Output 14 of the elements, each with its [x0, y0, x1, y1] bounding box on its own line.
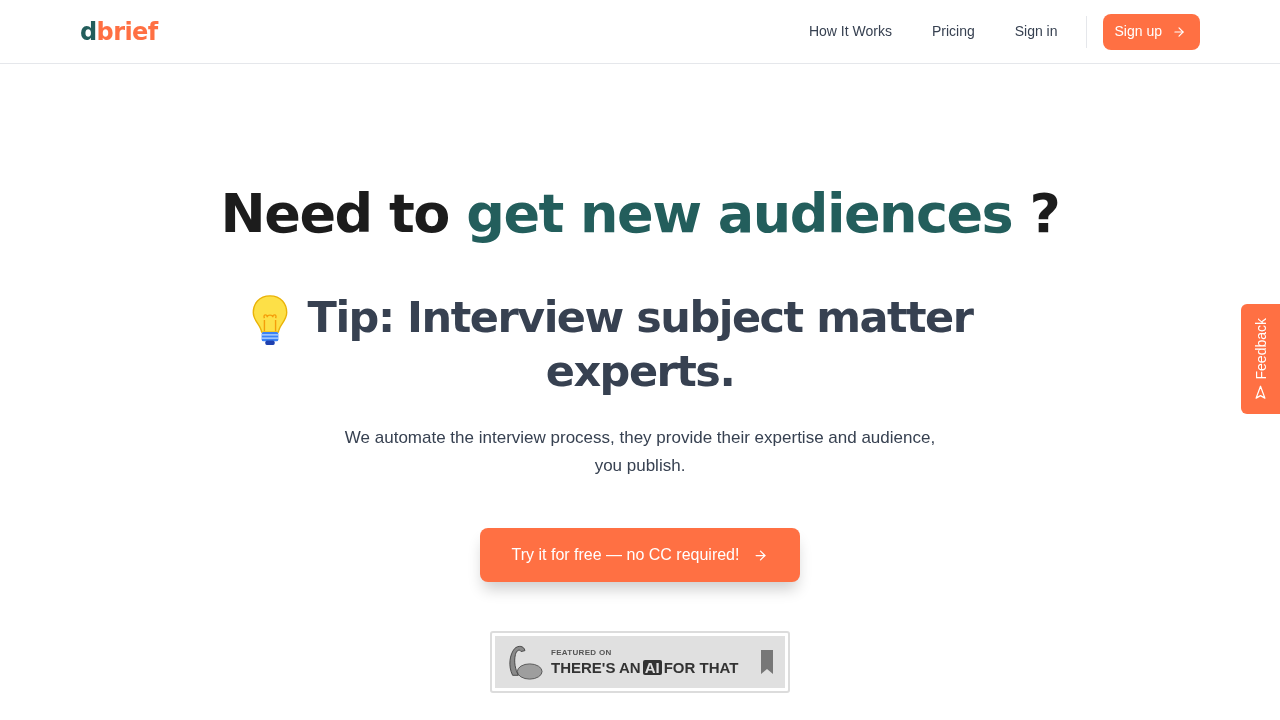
nav-link[interactable]: How It Works	[788, 15, 912, 48]
description: We automate the interview process, they provide their expertise and audience, you publish.	[343, 427, 937, 477]
logo[interactable]: dbrief	[80, 19, 158, 44]
nav-link[interactable]: Sign in	[994, 15, 1078, 48]
arrowhead-icon	[1253, 385, 1268, 401]
arrow-right-icon	[753, 547, 769, 563]
featured-badge[interactable]: FEATURED ON THERE'S AN AI FOR THAT	[490, 631, 790, 693]
tip-heading: Tip: Interview subject matter experts.	[306, 291, 975, 398]
badge-overline: FEATURED ON	[551, 649, 613, 657]
lightbulb-icon	[251, 294, 289, 346]
badge-title: THERE'S AN AI FOR THAT	[551, 660, 739, 675]
bookmark-icon	[761, 650, 773, 674]
headline: Need to get new audiences ?	[220, 181, 1060, 247]
nav-link[interactable]: Pricing	[911, 15, 995, 48]
